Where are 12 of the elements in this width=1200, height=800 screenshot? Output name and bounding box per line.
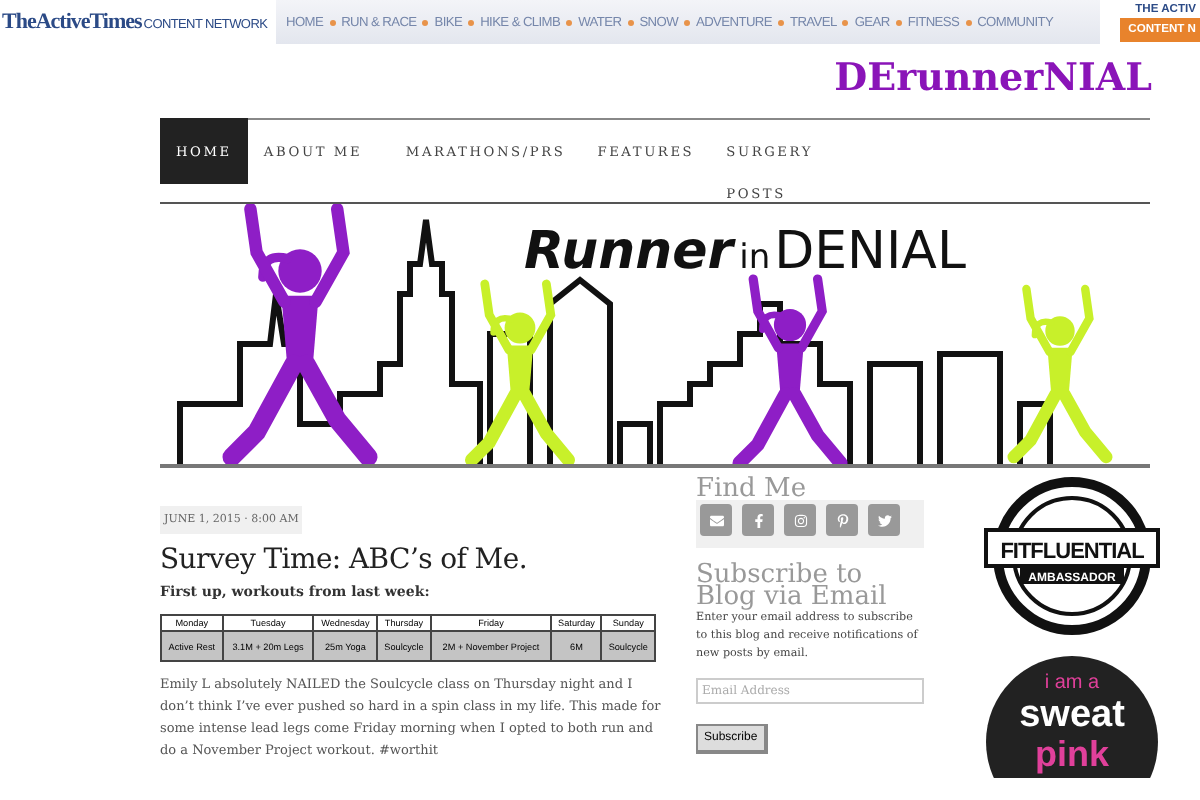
post-title[interactable]: Survey Time: ABC’s of Me. (160, 544, 670, 576)
facebook-icon[interactable] (742, 504, 774, 536)
blog-title[interactable]: DErunnerNIAL (0, 56, 1200, 100)
sweat-badge: i am a sweat pink (984, 654, 1160, 778)
twitter-icon[interactable] (868, 504, 900, 536)
pinterest-icon[interactable] (826, 504, 858, 536)
network-logo[interactable]: TheActiveTimes (2, 10, 142, 34)
find-me-heading: Find Me (696, 478, 809, 500)
mail-icon[interactable] (700, 504, 732, 536)
banner-title: Runnerin DENIAL (524, 222, 966, 282)
subscribe-heading: Subscribe to Blog via Email (696, 564, 887, 608)
instagram-icon[interactable] (784, 504, 816, 536)
